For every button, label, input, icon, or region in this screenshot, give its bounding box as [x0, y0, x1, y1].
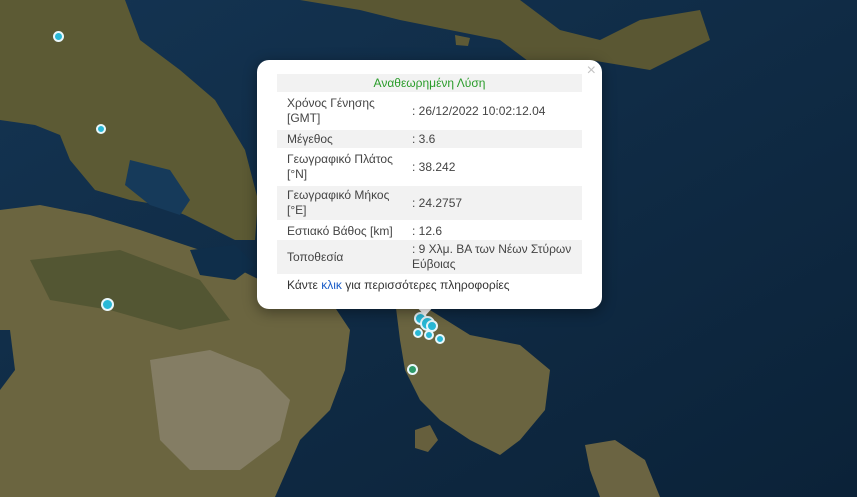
earthquake-marker[interactable] — [413, 328, 423, 338]
info-label: Γεωγραφικό Μήκος [°E] — [287, 188, 390, 217]
info-value: : 3.6 — [412, 132, 436, 146]
info-row-depth: Εστιακό Βάθος [km] : 12.6 — [277, 222, 582, 240]
footer-text-after: για περισσότερες πληροφορίες — [341, 278, 510, 292]
footer-text-before: Κάντε — [287, 278, 322, 292]
earthquake-marker[interactable] — [424, 330, 434, 340]
info-row-magnitude: Μέγεθος : 3.6 — [277, 130, 582, 148]
popup-title: Αναθεωρημένη Λύση — [277, 74, 582, 92]
info-label: Εστιακό Βάθος [km] — [287, 224, 393, 238]
info-value: : 38.242 — [412, 160, 456, 174]
more-info-link[interactable]: κλικ — [321, 278, 342, 292]
earthquake-marker[interactable] — [407, 364, 418, 375]
info-label: Χρόνος Γένησης [GMT] — [287, 96, 375, 125]
info-row-latitude: Γεωγραφικό Πλάτος [°N] : 38.242 — [277, 150, 582, 184]
earthquake-marker[interactable] — [435, 334, 445, 344]
info-row-origin-time: Χρόνος Γένησης [GMT] : 26/12/2022 10:02:… — [277, 94, 582, 128]
close-icon[interactable]: × — [587, 62, 596, 80]
earthquake-marker[interactable] — [53, 31, 64, 42]
earthquake-popup: × Αναθεωρημένη Λύση Χρόνος Γένησης [GMT]… — [257, 60, 602, 309]
popup-footer: Κάντε κλικ για περισσότερες πληροφορίες — [287, 278, 510, 292]
info-value: : 24.2757 — [412, 196, 463, 210]
info-value: : 9 Χλμ. ΒΑ των Νέων Στύρων Εύβοιας — [412, 242, 572, 271]
earthquake-marker[interactable] — [101, 298, 114, 311]
info-value: : 26/12/2022 10:02:12.04 — [412, 104, 546, 118]
info-row-longitude: Γεωγραφικό Μήκος [°E] : 24.2757 — [277, 186, 582, 220]
info-label: Γεωγραφικό Πλάτος [°N] — [287, 152, 393, 181]
info-label: Τοποθεσία — [287, 250, 344, 264]
info-label: Μέγεθος — [287, 132, 333, 146]
info-row-location: Τοποθεσία : 9 Χλμ. ΒΑ των Νέων Στύρων Εύ… — [277, 240, 582, 274]
info-value: : 12.6 — [412, 224, 443, 238]
earthquake-marker[interactable] — [96, 124, 106, 134]
